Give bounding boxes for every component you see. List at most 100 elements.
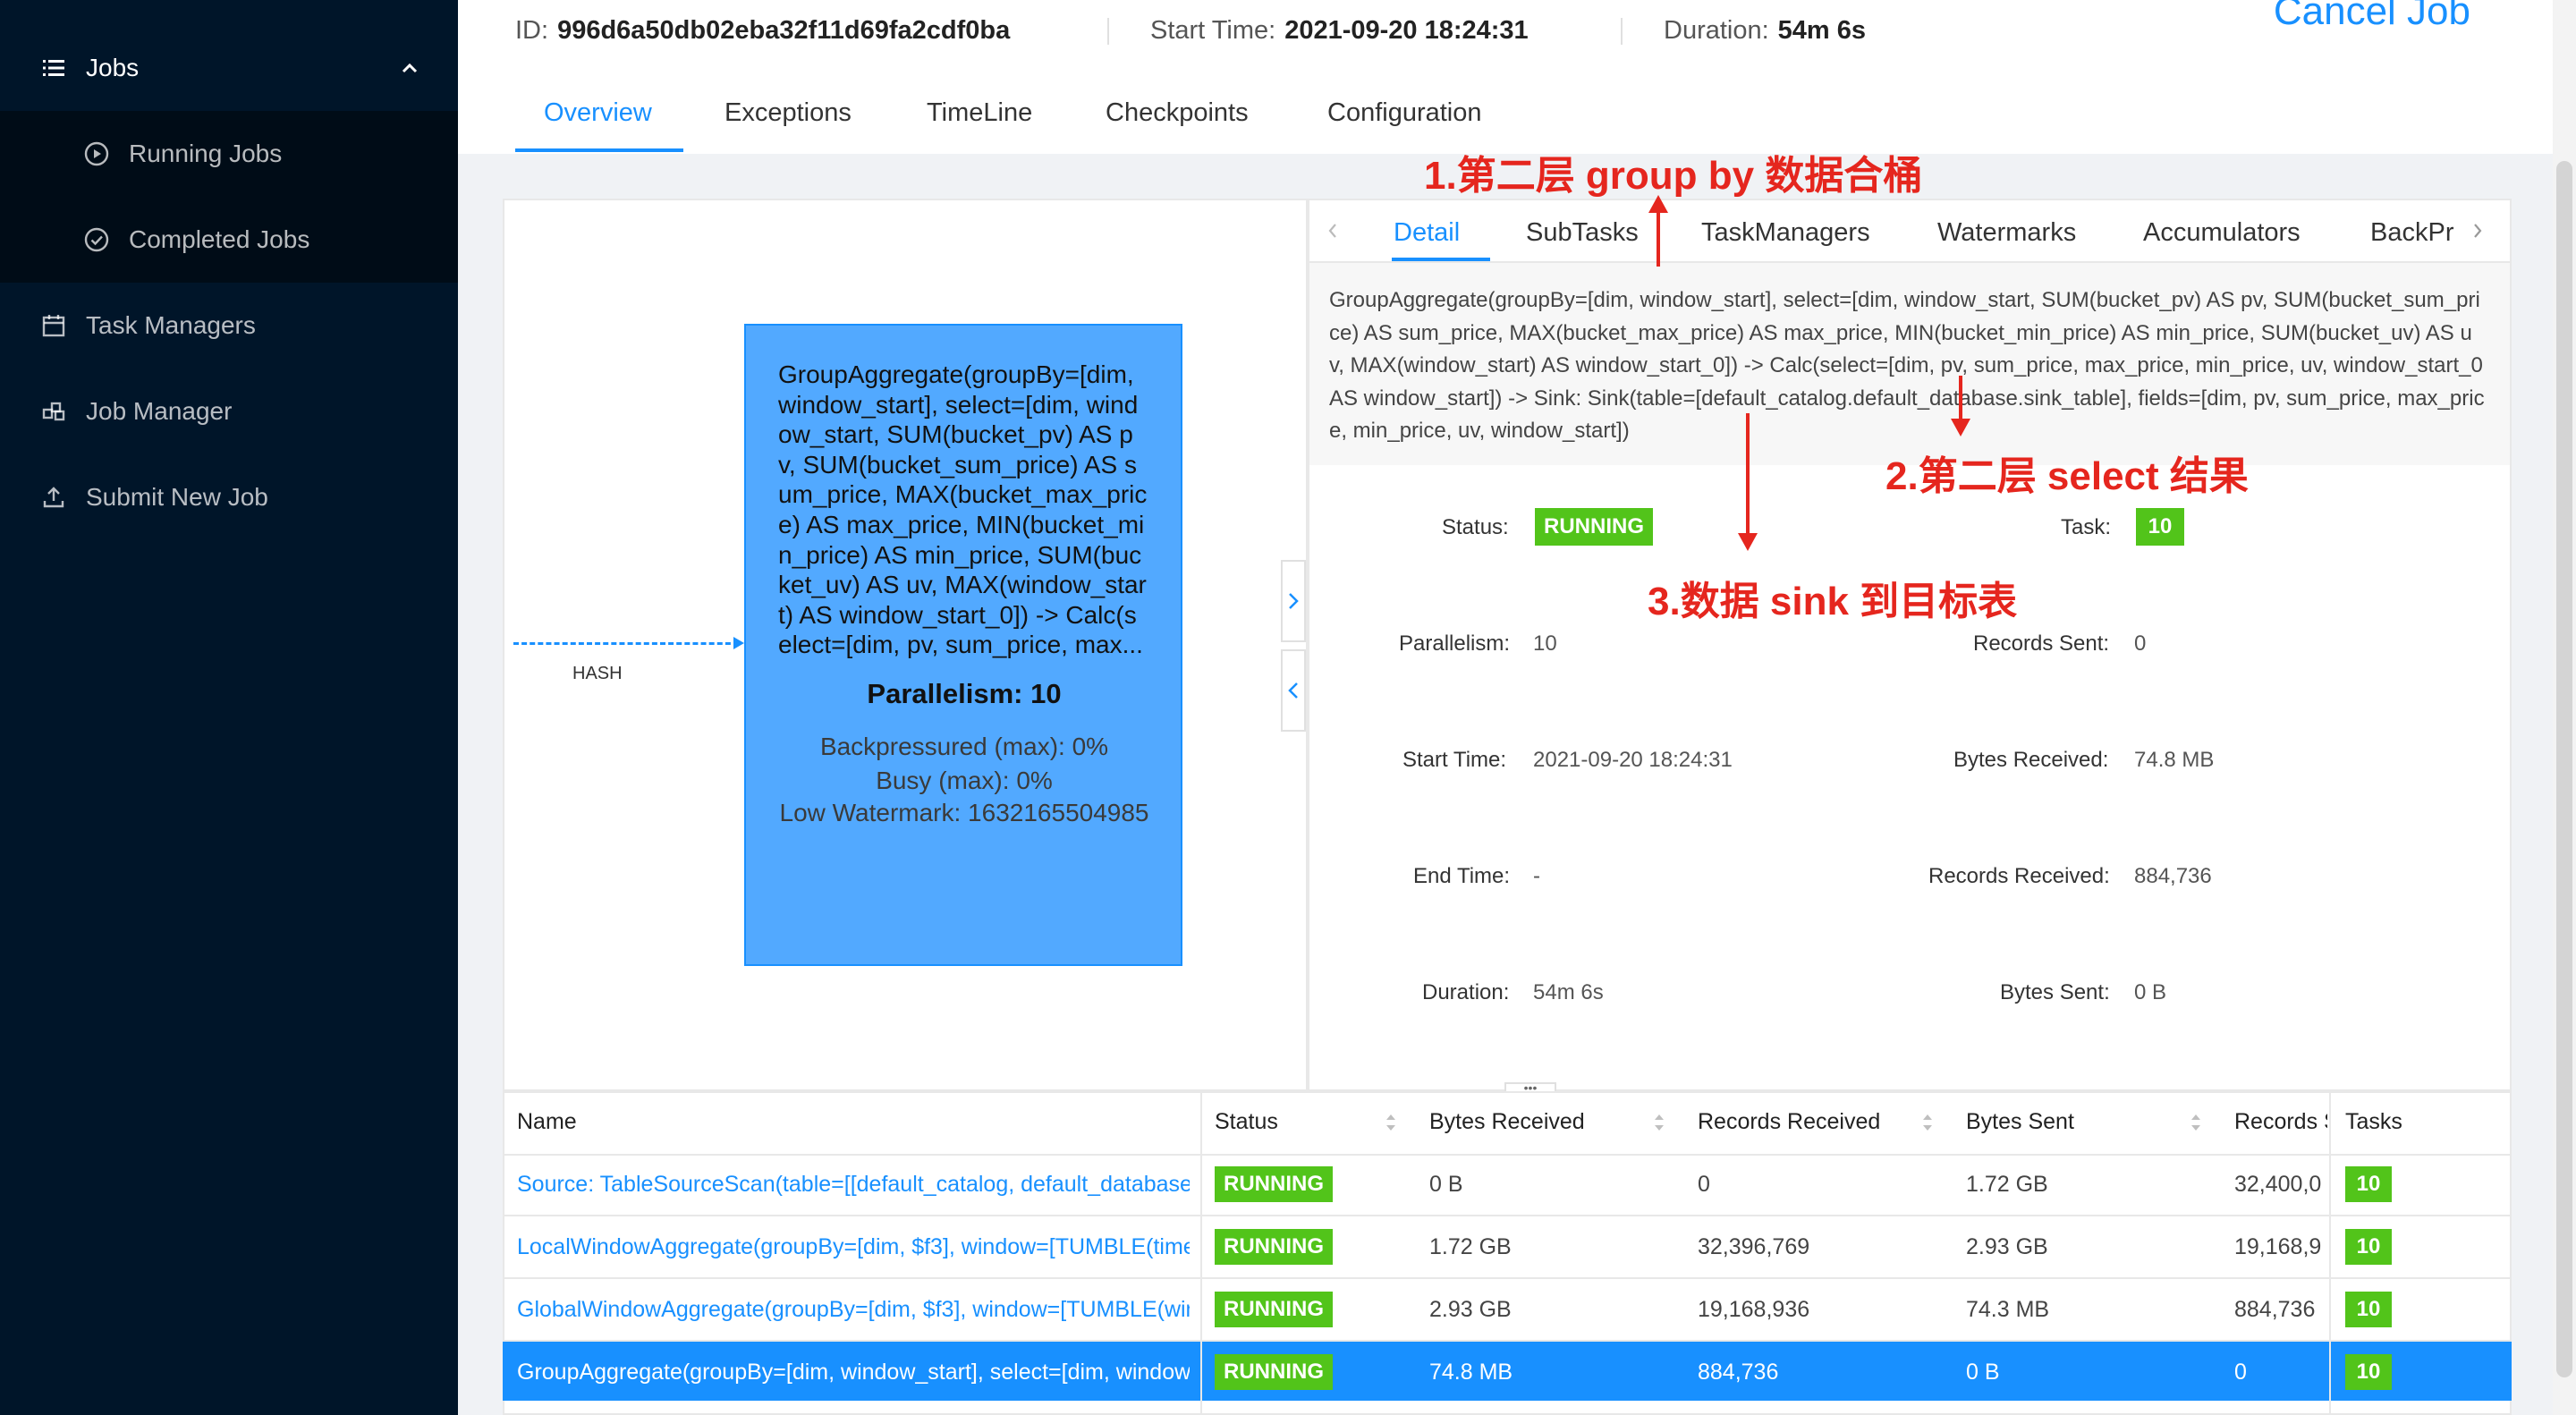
- job-id-label: ID:: [515, 16, 549, 45]
- sidebar-item-task-managers[interactable]: Task Managers: [0, 283, 458, 369]
- bytes-sent-cell: 2.93 GB: [1966, 1234, 2048, 1259]
- bytes-received-cell: 1.72 GB: [1429, 1234, 1512, 1259]
- status-badge: RUNNING: [1215, 1354, 1333, 1390]
- start-time-value: 2021-09-20 18:24:31: [1533, 748, 1733, 772]
- sidebar-item-submit-new-job[interactable]: Submit New Job: [0, 454, 458, 540]
- bytes-sent-cell: 1.72 GB: [1966, 1172, 2048, 1197]
- tasks-badge: 10: [2345, 1229, 2392, 1265]
- list-icon: [41, 55, 66, 80]
- node-backpressured: Backpressured (max): 0%: [819, 732, 1109, 760]
- column-header-bytes-received[interactable]: Bytes Received: [1429, 1109, 1585, 1135]
- sort-icon[interactable]: [1921, 1109, 1934, 1136]
- end-time-value: -: [1533, 864, 1540, 888]
- tab-backpressure[interactable]: BackPr: [2370, 218, 2467, 248]
- tab-exceptions[interactable]: Exceptions: [724, 98, 852, 128]
- records-sent-cell: 884,736: [2234, 1297, 2316, 1322]
- active-tab-indicator: [1392, 258, 1490, 261]
- tab-checkpoints[interactable]: Checkpoints: [1106, 98, 1249, 128]
- status-badge: RUNNING: [1215, 1229, 1333, 1265]
- status-badge: RUNNING: [1215, 1292, 1333, 1327]
- records-received-cell: 32,396,769: [1698, 1234, 1810, 1259]
- task-label: Task:: [2061, 515, 2112, 539]
- bytes-received-label: Bytes Received:: [1953, 748, 2109, 772]
- collapse-panel-button[interactable]: [1281, 649, 1306, 732]
- sort-icon[interactable]: [1653, 1109, 1665, 1136]
- tab-configuration[interactable]: Configuration: [1327, 98, 1482, 128]
- sidebar-item-label: Running Jobs: [129, 140, 283, 167]
- tab-detail[interactable]: Detail: [1394, 218, 1460, 248]
- tabs-scroll-left-icon[interactable]: [1326, 220, 1340, 246]
- sidebar-item-label: Submit New Job: [86, 483, 268, 511]
- column-divider: [2329, 1093, 2331, 1413]
- tab-overview[interactable]: Overview: [544, 98, 652, 128]
- parallelism-label: Parallelism:: [1399, 631, 1511, 656]
- job-header: ID: 996d6a50db02eba32f11d69fa2cdf0ba Star…: [458, 0, 2553, 156]
- sidebar-item-label: Task Managers: [86, 311, 256, 339]
- graph-node[interactable]: GroupAggregate(groupBy=[dim, window_star…: [744, 324, 1182, 966]
- start-time-value: 2021-09-20 18:24:31: [1284, 16, 1529, 45]
- task-count-badge: 10: [2136, 508, 2184, 546]
- tab-timeline[interactable]: TimeLine: [927, 98, 1032, 128]
- records-received-label: Records Received:: [1928, 864, 2110, 888]
- bytes-sent-cell: 0 B: [1966, 1360, 2000, 1385]
- records-sent-value: 0: [2134, 631, 2147, 656]
- duration-value: 54m 6s: [1533, 980, 1604, 1004]
- column-header-tasks[interactable]: Tasks: [2345, 1109, 2402, 1135]
- column-header-records-received[interactable]: Records Received: [1698, 1109, 1880, 1135]
- sort-icon[interactable]: [2190, 1109, 2202, 1136]
- tasks-badge: 10: [2345, 1292, 2392, 1327]
- node-full-description: GroupAggregate(groupBy=[dim, window_star…: [1329, 288, 2485, 443]
- calendar-icon: [41, 313, 66, 338]
- job-start-time: Start Time: 2021-09-20 18:24:31: [1150, 16, 1529, 46]
- bytes-received-cell: 2.93 GB: [1429, 1297, 1512, 1322]
- bytes-received-cell: 74.8 MB: [1429, 1360, 1513, 1385]
- tabs-scroll-right-icon[interactable]: [2470, 220, 2485, 246]
- sidebar-item-running-jobs[interactable]: Running Jobs: [0, 111, 458, 197]
- sidebar-item-label: Jobs: [86, 54, 140, 81]
- column-header-name[interactable]: Name: [517, 1109, 577, 1135]
- divider: [1107, 18, 1109, 45]
- vertex-name-link[interactable]: Source: TableSourceScan(table=[[default_…: [517, 1172, 1190, 1198]
- edge-label: HASH: [572, 664, 623, 683]
- records-sent-cell: 32,400,0: [2234, 1172, 2322, 1197]
- duration-label: Duration:: [1422, 980, 1510, 1004]
- vertex-name-link[interactable]: GroupAggregate(groupBy=[dim, window_star…: [517, 1360, 1190, 1385]
- column-header-records-sent[interactable]: Records Sent: [2234, 1109, 2327, 1135]
- tab-watermarks[interactable]: Watermarks: [1937, 218, 2076, 248]
- bytes-received-value: 74.8 MB: [2134, 748, 2215, 772]
- column-header-status[interactable]: Status: [1215, 1109, 1278, 1135]
- node-watermark: Low Watermark: 1632165504985: [779, 798, 1149, 826]
- vertex-name-link[interactable]: GlobalWindowAggregate(groupBy=[dim, $f3]…: [517, 1297, 1190, 1323]
- edge-arrow-icon: [733, 637, 744, 649]
- duration-label: Duration:: [1664, 16, 1769, 45]
- records-sent-cell: 19,168,9: [2234, 1234, 2322, 1259]
- vertex-name-link[interactable]: LocalWindowAggregate(groupBy=[dim, $f3],…: [517, 1234, 1190, 1260]
- tasks-badge: 10: [2345, 1166, 2392, 1202]
- cancel-job-button[interactable]: Cancel Job: [2274, 0, 2470, 34]
- sidebar-item-job-manager[interactable]: Job Manager: [0, 369, 458, 454]
- node-parallelism: Parallelism: 10: [867, 677, 1062, 709]
- job-duration: Duration: 54m 6s: [1664, 16, 1866, 46]
- column-header-bytes-sent[interactable]: Bytes Sent: [1966, 1109, 2074, 1135]
- sidebar-item-jobs[interactable]: Jobs: [0, 25, 458, 111]
- tab-accumulators[interactable]: Accumulators: [2143, 218, 2301, 248]
- records-received-cell: 19,168,936: [1698, 1297, 1810, 1322]
- chevron-right-icon: [1289, 593, 1299, 609]
- sidebar-item-completed-jobs[interactable]: Completed Jobs: [0, 197, 458, 283]
- scrollbar-thumb[interactable]: [2556, 161, 2572, 1377]
- active-tab-indicator: [515, 148, 683, 152]
- bytes-received-cell: 0 B: [1429, 1172, 1463, 1197]
- duration-value: 54m 6s: [1777, 16, 1867, 45]
- status-badge: RUNNING: [1215, 1166, 1333, 1202]
- expand-panel-button[interactable]: [1281, 560, 1306, 642]
- page-scrollbar[interactable]: [2553, 0, 2576, 1415]
- sort-icon[interactable]: [1385, 1109, 1397, 1136]
- status-badge: RUNNING: [1535, 508, 1653, 546]
- check-circle-icon: [84, 227, 109, 252]
- tab-taskmanagers[interactable]: TaskManagers: [1701, 218, 1870, 248]
- records-received-value: 884,736: [2134, 864, 2212, 888]
- sidebar-item-label: Completed Jobs: [129, 225, 310, 253]
- tab-subtasks[interactable]: SubTasks: [1526, 218, 1639, 248]
- chevron-up-icon[interactable]: [397, 55, 422, 80]
- start-time-label: Start Time:: [1402, 748, 1507, 772]
